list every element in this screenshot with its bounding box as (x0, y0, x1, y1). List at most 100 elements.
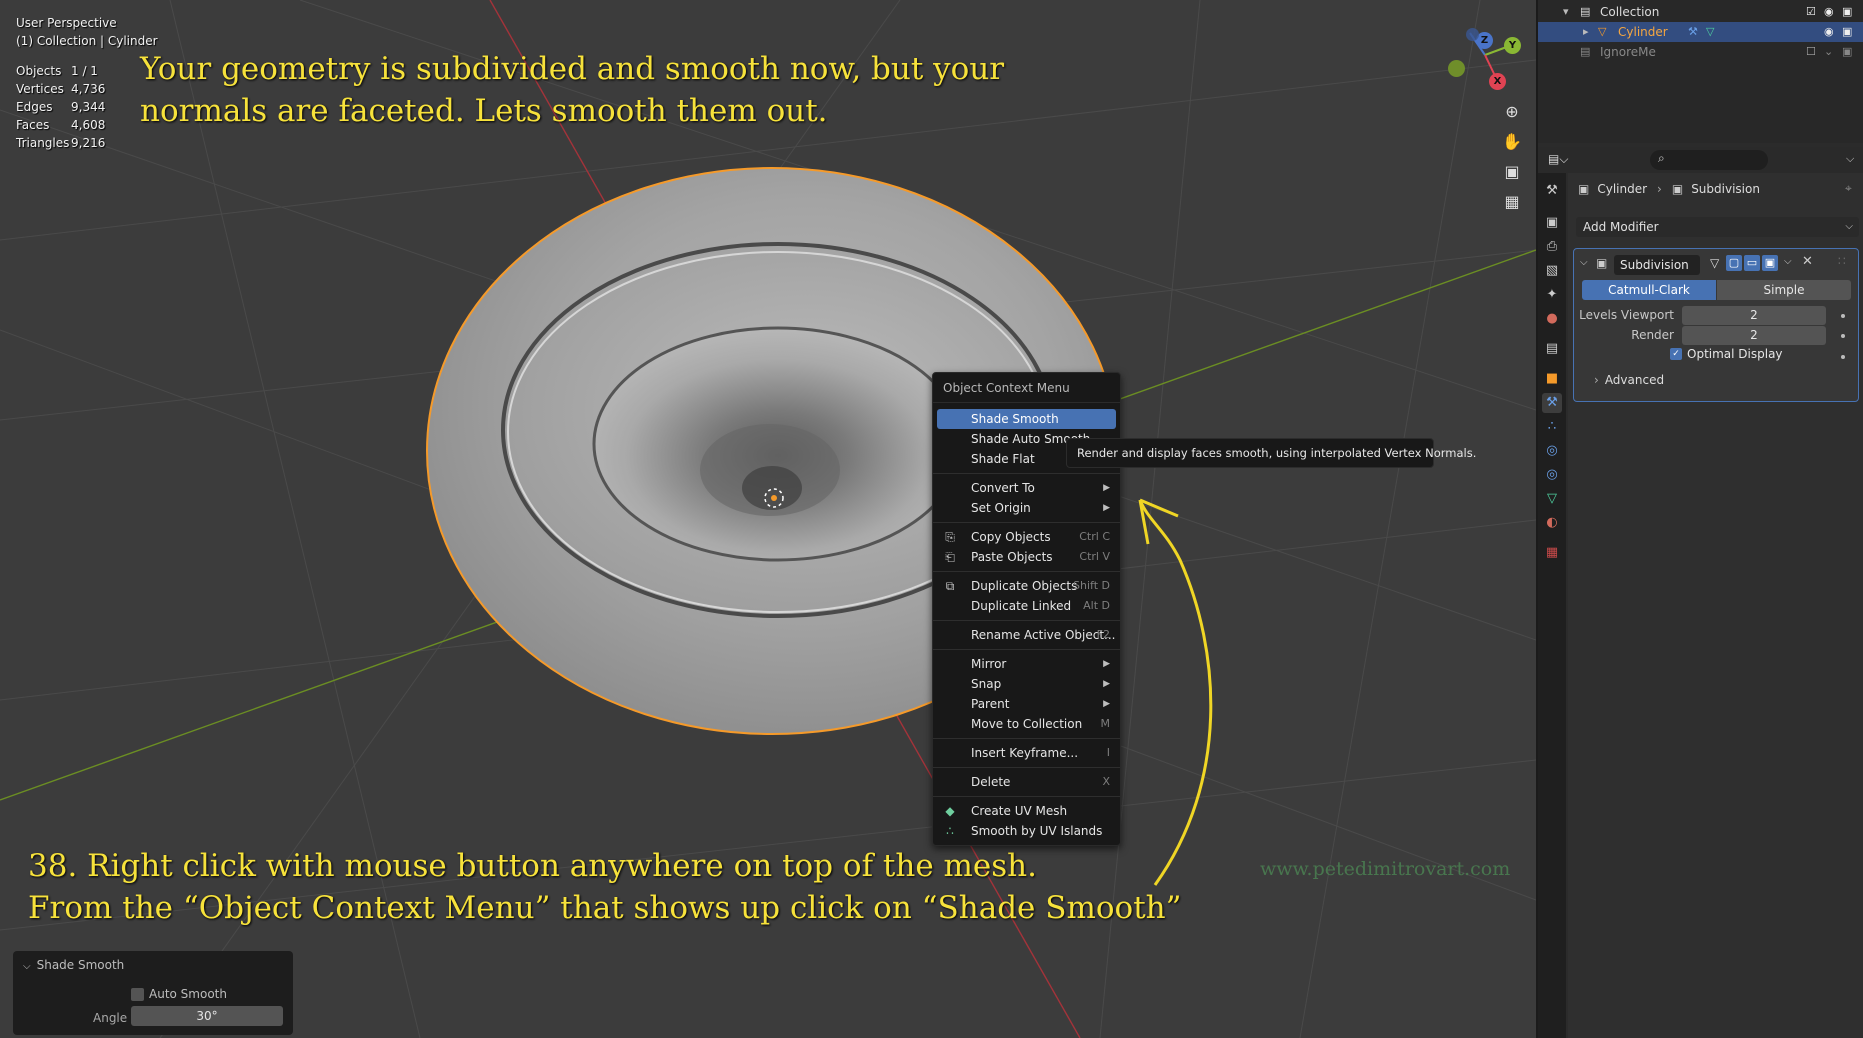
checkmark-icon: ✓ (1670, 348, 1682, 360)
modifier-tab-icon[interactable]: ⚒ (1542, 393, 1562, 413)
camera-icon[interactable]: ▣ (1498, 158, 1526, 186)
subdivision-modifier-panel: ⌵ ▣ Subdivision ▽ ▢ ▭ ▣ ⌵ ✕ ∷ Catmull-Cl… (1573, 248, 1859, 402)
menu-item-duplicate-objects[interactable]: ⧉ Duplicate Objects Shift D (937, 576, 1116, 596)
submenu-arrow-icon: ▶ (1103, 659, 1110, 669)
world-tab-icon[interactable]: ● (1542, 309, 1562, 329)
collapse-chevron-icon[interactable]: ⌵ (1580, 257, 1588, 268)
gizmo-neg-y-axis[interactable] (1448, 60, 1465, 77)
advanced-subpanel[interactable]: › Advanced (1594, 373, 1664, 387)
auto-smooth-checkbox[interactable]: Auto Smooth (131, 987, 227, 1001)
menu-item-insert-keyframe[interactable]: Insert Keyframe... I (937, 743, 1116, 763)
edit-mode-toggle-icon[interactable]: ▽ (1710, 256, 1719, 270)
levels-viewport-field[interactable]: 2 (1682, 306, 1826, 325)
menu-item-smooth-by-uv-islands[interactable]: ∴ Smooth by UV Islands (937, 821, 1116, 841)
render-tab-icon[interactable]: ▣ (1542, 213, 1562, 233)
outliner-row-cylinder[interactable]: ▸ ▽ Cylinder ⚒ ▽ ◉ ▣ (1538, 22, 1863, 42)
object-tab-icon[interactable]: ■ (1542, 369, 1562, 389)
data-tab-icon[interactable]: ▽ (1542, 489, 1562, 509)
render-camera-icon[interactable]: ▣ (1762, 255, 1778, 271)
3d-viewport[interactable]: User Perspective (1) Collection | Cylind… (0, 0, 1536, 1038)
chevron-down-icon: ⌵ (23, 961, 31, 972)
output-tab-icon[interactable]: ⎙ (1542, 237, 1562, 257)
menu-item-set-origin[interactable]: Set Origin ▶ (937, 498, 1116, 518)
collection-icon: ▤ (1580, 5, 1591, 18)
menu-item-delete[interactable]: Delete X (937, 772, 1116, 792)
copy-icon: ⎘ (945, 530, 955, 544)
editor-type-icon[interactable]: ▤⌵ (1548, 152, 1568, 167)
pin-icon[interactable]: ⌖ (1845, 181, 1852, 196)
menu-item-parent[interactable]: Parent ▶ (937, 694, 1116, 714)
particles-tab-icon[interactable]: ∴ (1542, 417, 1562, 437)
optimal-display-checkbox[interactable]: ✓ Optimal Display (1670, 347, 1783, 361)
redo-panel-header[interactable]: ⌵ Shade Smooth (13, 951, 293, 979)
shade-smooth-tooltip: Render and display faces smooth, using i… (1066, 438, 1476, 468)
menu-item-snap[interactable]: Snap ▶ (937, 674, 1116, 694)
outliner-row-ignoreme[interactable]: ▤ IgnoreMe ☐ ⌄ ▣ (1538, 42, 1863, 62)
gizmo-x-axis[interactable]: X (1489, 73, 1506, 90)
scene-tab-icon[interactable]: ✦ (1542, 285, 1562, 305)
cage-toggle-icon[interactable]: ▢ (1726, 255, 1742, 271)
submenu-arrow-icon: ▶ (1103, 483, 1110, 493)
submenu-arrow-icon: ▶ (1103, 699, 1110, 709)
levels-viewport-label: Levels Viewport (1579, 308, 1674, 322)
collection-label: (1) Collection | Cylinder (16, 34, 158, 48)
stat-row-triangles: Triangles 9,216 (16, 136, 106, 150)
menu-item-shade-smooth[interactable]: Shade Smooth (937, 409, 1116, 429)
gizmo-y-axis[interactable]: Y (1504, 37, 1521, 54)
physics-tab-icon[interactable]: ◎ (1542, 441, 1562, 461)
render-levels-label: Render (1631, 328, 1674, 342)
zoom-icon[interactable]: ⊕ (1498, 98, 1526, 126)
adjust-last-operation-panel: ⌵ Shade Smooth Auto Smooth Angle 30° (13, 951, 293, 1035)
gizmo-neg-z-axis[interactable] (1466, 28, 1479, 41)
duplicate-icon: ⧉ (945, 579, 955, 593)
expand-arrow-icon: ▸ (1583, 25, 1589, 38)
view-layer-tab-icon[interactable]: ▧ (1542, 261, 1562, 281)
texture-tab-icon[interactable]: ▦ (1542, 543, 1562, 563)
eye-icon: ◉ (1824, 5, 1834, 18)
menu-item-mirror[interactable]: Mirror ▶ (937, 654, 1116, 674)
chevron-down-icon: ⌵ (1845, 221, 1853, 232)
properties-search-input[interactable]: ⌕ (1650, 150, 1768, 170)
chevron-down-icon[interactable]: ⌵ (1846, 152, 1854, 166)
menu-item-paste-objects[interactable]: ⎗ Paste Objects Ctrl V (937, 547, 1116, 567)
menu-item-convert-to[interactable]: Convert To ▶ (937, 478, 1116, 498)
tutorial-caption-bottom: 38. Right click with mouse button anywhe… (28, 848, 1182, 926)
stat-row-faces: Faces 4,608 (16, 118, 106, 132)
camera-render-icon: ▣ (1842, 25, 1853, 38)
collection-tab-icon[interactable]: ▤ (1542, 339, 1562, 359)
close-icon[interactable]: ✕ (1802, 254, 1813, 269)
menu-item-create-uv-mesh[interactable]: ◆ Create UV Mesh (937, 801, 1116, 821)
menu-item-rename-active-object[interactable]: Rename Active Object... F2 (937, 625, 1116, 645)
paste-icon: ⎗ (945, 550, 955, 564)
simple-button[interactable]: Simple (1717, 280, 1851, 300)
chevron-right-icon: › (1657, 182, 1662, 196)
tool-tab-icon[interactable]: ⚒ (1542, 181, 1562, 201)
menu-item-copy-objects[interactable]: ⎘ Copy Objects Ctrl C (937, 527, 1116, 547)
menu-item-duplicate-linked[interactable]: Duplicate Linked Alt D (937, 596, 1116, 616)
right-editors: ▾ ▤ Collection ☑ ◉ ▣ ▸ ▽ Cylinder ⚒ ▽ ◉ … (1536, 0, 1863, 1038)
material-tab-icon[interactable]: ◐ (1542, 513, 1562, 533)
dropdown-chevron-icon[interactable]: ⌵ (1784, 256, 1792, 267)
grid-ortho-icon[interactable]: ▦ (1498, 188, 1526, 216)
menu-item-move-to-collection[interactable]: Move to Collection M (937, 714, 1116, 734)
render-levels-field[interactable]: 2 (1682, 326, 1826, 345)
wrench-icon: ⚒ (1688, 25, 1698, 38)
chevron-right-icon: › (1594, 373, 1599, 387)
angle-field[interactable]: 30° (131, 1006, 283, 1026)
uv-islands-icon: ∴ (946, 824, 954, 838)
outliner-row-collection[interactable]: ▾ ▤ Collection ☑ ◉ ▣ (1538, 2, 1863, 22)
properties-panel: ▣ Cylinder › ▣ Subdivision ⌖ Add Modifie… (1568, 173, 1863, 1038)
keyframe-dot-icon[interactable] (1841, 334, 1845, 338)
constraints-tab-icon[interactable]: ◎ (1542, 465, 1562, 485)
viewport-display-icon[interactable]: ▭ (1744, 255, 1760, 271)
watermark: www.petedimitrovart.com (1260, 858, 1511, 880)
modifier-name-field[interactable]: Subdivision (1614, 255, 1700, 275)
catmull-clark-button[interactable]: Catmull-Clark (1582, 280, 1716, 300)
keyframe-dot-icon[interactable] (1841, 355, 1845, 359)
scene-statistics: Objects 1 / 1 Vertices 4,736 Edges 9,344 Fa… (16, 62, 111, 152)
angle-label: Angle (93, 1011, 128, 1025)
keyframe-dot-icon[interactable] (1841, 314, 1845, 318)
add-modifier-dropdown[interactable]: Add Modifier ⌵ (1576, 217, 1859, 237)
hand-pan-icon[interactable]: ✋ (1498, 128, 1526, 156)
drag-handle-icon[interactable]: ∷ (1838, 254, 1846, 268)
